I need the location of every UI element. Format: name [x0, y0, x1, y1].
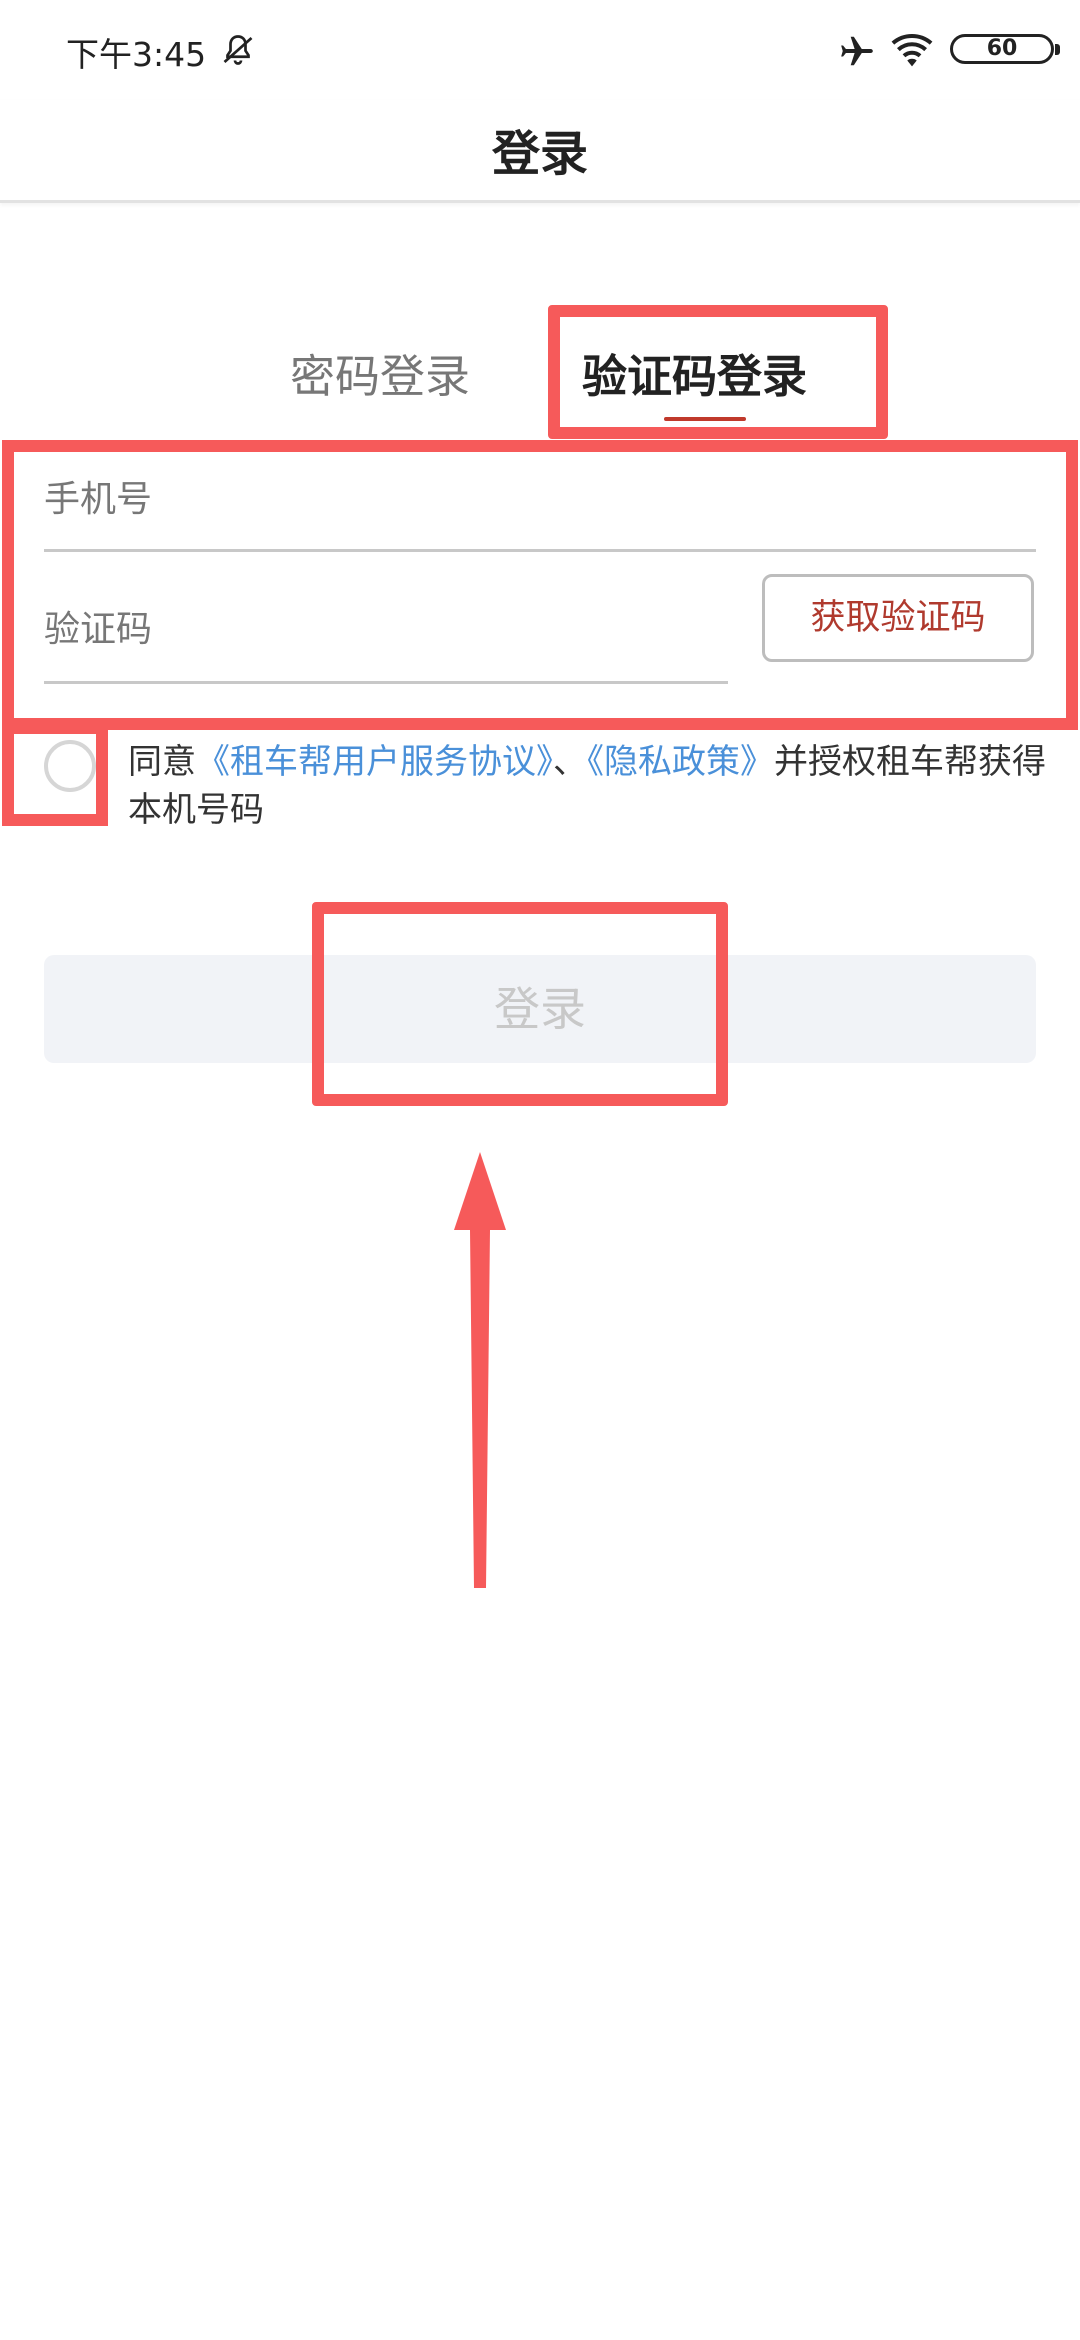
verification-code-input[interactable]: 验证码: [44, 600, 152, 652]
tab-password-login[interactable]: 密码登录: [290, 340, 470, 405]
wifi-icon: [891, 33, 933, 67]
header: 登录: [0, 100, 1080, 203]
code-input-underline: [44, 681, 728, 684]
login-button[interactable]: 登录: [44, 955, 1036, 1063]
agreement-checkbox[interactable]: [44, 740, 96, 792]
bell-off-icon: [223, 35, 253, 65]
terms-link[interactable]: 《租车帮用户服务协议》: [196, 742, 553, 782]
active-tab-indicator: [664, 417, 746, 421]
phone-input-underline: [44, 549, 1036, 552]
status-time: 下午3:45: [66, 35, 207, 74]
status-bar: 下午3:45 60: [0, 0, 1080, 100]
arrow-up-icon: [454, 1152, 506, 1588]
battery-icon: 60: [950, 34, 1060, 64]
page-title: 登录: [491, 126, 588, 182]
phone-input[interactable]: 手机号: [44, 470, 152, 522]
tab-sms-code-login[interactable]: 验证码登录: [582, 340, 807, 405]
airplane-icon: [841, 36, 873, 66]
agreement-separator: 、: [553, 742, 587, 782]
battery-level: 60: [986, 36, 1018, 61]
agreement-text: 同意《租车帮用户服务协议》、《隐私政策》并授权租车帮获得本机号码: [128, 738, 1048, 834]
agreement-prefix: 同意: [128, 742, 196, 782]
get-code-button[interactable]: 获取验证码: [762, 574, 1034, 662]
privacy-link[interactable]: 《隐私政策》: [587, 742, 774, 782]
